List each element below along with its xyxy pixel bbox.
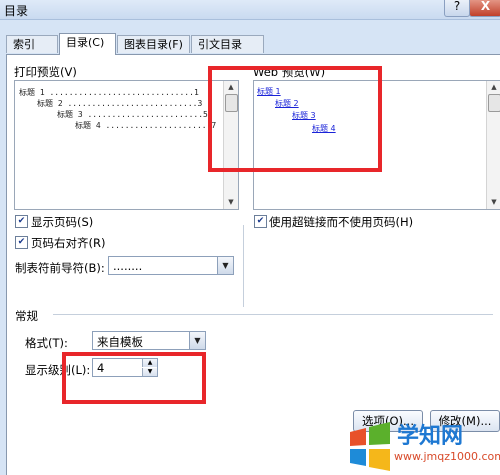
tab-authorities[interactable]: 引文目录(A) xyxy=(191,35,264,68)
show-page-numbers-checkbox[interactable]: ✔ xyxy=(15,215,28,228)
watermark-url: www.jmqz1000.com xyxy=(394,450,500,463)
vertical-divider xyxy=(243,225,244,307)
scroll-thumb[interactable] xyxy=(225,94,238,112)
web-preview-box: 标题 1 标题 2 标题 3 标题 4 ▲ ▼ xyxy=(253,80,500,210)
help-button[interactable]: ? xyxy=(444,0,470,17)
print-preview-box: 标题 1 ..............................1 标题 … xyxy=(14,80,239,210)
stepper-up-icon[interactable]: ▲ xyxy=(142,359,157,367)
levels-label: 显示级别(L): xyxy=(25,363,91,377)
right-align-checkbox[interactable]: ✔ xyxy=(15,236,28,249)
scroll-up-icon[interactable]: ▲ xyxy=(489,82,499,93)
format-label: 格式(T): xyxy=(25,336,68,350)
windows-logo-icon xyxy=(350,422,390,471)
print-preview-line: 标题 3 ........................5 xyxy=(57,110,208,119)
print-preview-line: 标题 2 ...........................3 xyxy=(37,99,203,108)
tab-figures[interactable]: 图表目录(F) xyxy=(117,35,190,53)
right-align-label: 页码右对齐(R) xyxy=(31,236,106,250)
print-preview-line: 标题 4 ......................7 xyxy=(75,121,217,130)
scroll-down-icon[interactable]: ▼ xyxy=(226,197,236,208)
web-preview-link[interactable]: 标题 4 xyxy=(312,123,336,134)
format-select[interactable]: 来自模板 ▼ xyxy=(92,331,206,350)
print-preview-label: 打印预览(V) xyxy=(14,65,77,79)
tab-toc[interactable]: 目录(C) xyxy=(59,33,116,55)
window-title: 目录 xyxy=(4,4,29,18)
show-page-numbers-label: 显示页码(S) xyxy=(31,215,94,229)
web-preview-label: Web 预览(W) xyxy=(253,65,326,79)
stepper-down-icon[interactable]: ▼ xyxy=(142,368,157,376)
watermark-brand: 学知网 xyxy=(397,424,464,449)
tab-index[interactable]: 索引(X) xyxy=(6,35,58,68)
general-section-label: 常规 xyxy=(15,309,38,323)
web-preview-link[interactable]: 标题 3 xyxy=(292,110,316,121)
scroll-down-icon[interactable]: ▼ xyxy=(489,197,499,208)
format-value: 来自模板 xyxy=(97,335,143,349)
watermark: 学知网 www.jmqz1000.com xyxy=(342,416,500,474)
levels-stepper[interactable]: 4 ▲ ▼ xyxy=(92,358,158,377)
web-preview-scrollbar[interactable]: ▲ ▼ xyxy=(486,81,500,209)
print-preview-line: 标题 1 ..............................1 xyxy=(19,88,199,97)
use-hyperlinks-label: 使用超链接而不使用页码(H) xyxy=(269,215,414,229)
web-preview-link[interactable]: 标题 1 xyxy=(257,86,281,97)
tab-leader-select[interactable]: ........ ▼ xyxy=(108,256,234,275)
close-button[interactable]: X xyxy=(469,0,500,17)
web-preview-link[interactable]: 标题 2 xyxy=(275,98,299,109)
title-bar: 目录 ? X xyxy=(0,0,500,20)
print-preview-scrollbar[interactable]: ▲ ▼ xyxy=(223,81,238,209)
levels-value: 4 xyxy=(97,361,105,375)
tab-leader-value: ........ xyxy=(113,259,143,273)
use-hyperlinks-checkbox[interactable]: ✔ xyxy=(254,215,267,228)
scroll-thumb[interactable] xyxy=(488,94,500,112)
chevron-down-icon[interactable]: ▼ xyxy=(189,332,205,349)
tab-leader-label: 制表符前导符(B): xyxy=(15,261,105,275)
scroll-up-icon[interactable]: ▲ xyxy=(226,82,236,93)
general-section-divider xyxy=(53,314,493,315)
chevron-down-icon[interactable]: ▼ xyxy=(217,257,233,274)
